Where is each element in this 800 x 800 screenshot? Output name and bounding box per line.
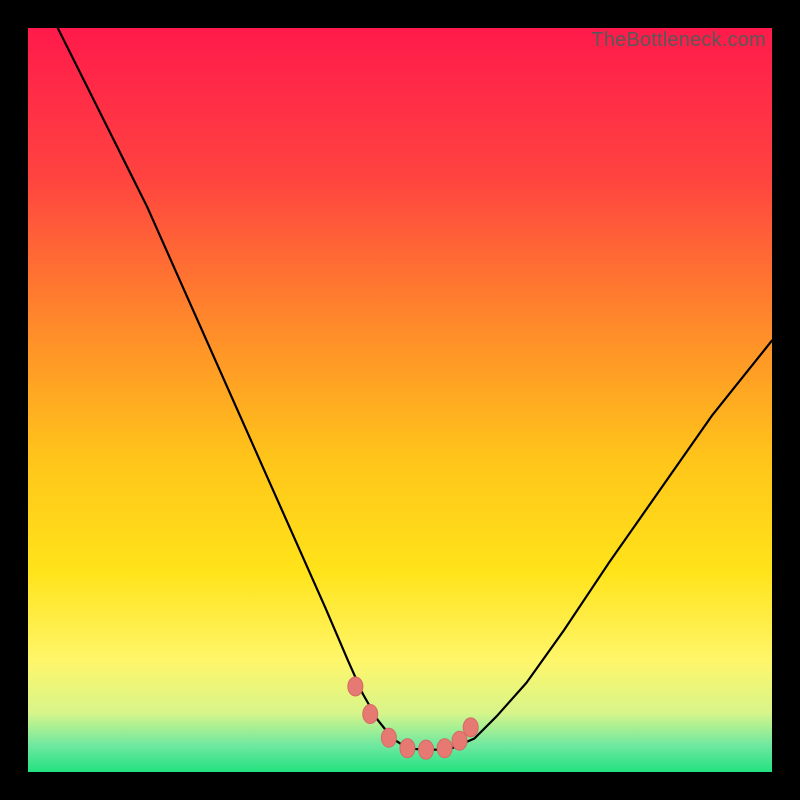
- chart-frame: TheBottleneck.com: [0, 0, 800, 800]
- watermark-label: TheBottleneck.com: [591, 29, 766, 52]
- chart-background-gradient: [28, 28, 772, 772]
- plot-area: TheBottleneck.com: [28, 28, 772, 772]
